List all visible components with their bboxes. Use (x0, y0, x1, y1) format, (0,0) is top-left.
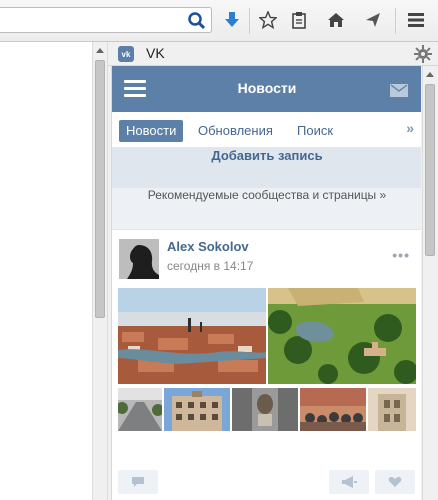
vk-mobile-view: Новости Новости Обновления Поиск » Добав… (111, 66, 421, 500)
post-photo-thumb-4[interactable] (300, 388, 366, 431)
post-menu-icon[interactable]: ••• (392, 247, 410, 263)
recommended-link[interactable]: Рекомендуемые сообщества и страницы » (112, 188, 421, 230)
megaphone-icon (342, 476, 357, 488)
tab-updates[interactable]: Обновления (198, 120, 273, 142)
sidebar-header: vk VK (108, 42, 438, 66)
post-author-link[interactable]: Alex Sokolov (167, 239, 249, 254)
post-photo-city[interactable] (118, 288, 266, 384)
scroll-up-icon[interactable] (96, 48, 104, 53)
sidebar-panel: vk VK Новости Новости Обновления Поиск »… (108, 42, 438, 500)
scroll-thumb[interactable] (95, 60, 105, 318)
page-title: Новости (237, 80, 297, 96)
post-photo-thumb-1[interactable] (116, 388, 164, 431)
send-icon[interactable] (362, 9, 384, 31)
vk-logo-icon: vk (118, 46, 134, 62)
bookmark-star-icon[interactable] (257, 9, 279, 31)
heart-icon (388, 477, 402, 487)
post-timestamp[interactable]: сегодня в 14:17 (167, 259, 253, 273)
news-post: Alex Sokolov сегодня в 14:17 ••• (112, 231, 421, 500)
main-page-area (0, 42, 92, 500)
search-icon[interactable] (187, 11, 207, 31)
gear-icon[interactable] (414, 45, 432, 63)
more-tabs-chevron-icon[interactable]: » (406, 120, 414, 136)
like-button[interactable] (375, 470, 415, 494)
sidebar-scrollbar[interactable] (422, 66, 438, 500)
search-bar[interactable] (0, 7, 212, 33)
menu-icon[interactable] (405, 9, 427, 31)
post-photo-thumb-2[interactable] (164, 388, 230, 431)
post-photo-thumb-5[interactable] (368, 388, 416, 431)
mail-icon[interactable] (390, 82, 408, 97)
vk-header: Новости (112, 66, 421, 112)
avatar[interactable] (119, 239, 159, 279)
scroll-up-icon[interactable] (426, 72, 434, 77)
tab-news[interactable]: Новости (119, 120, 184, 142)
share-button[interactable] (329, 470, 369, 494)
main-scrollbar[interactable] (92, 42, 108, 500)
tab-search[interactable]: Поиск (297, 120, 333, 142)
reading-list-icon[interactable] (288, 9, 310, 31)
home-icon[interactable] (325, 9, 347, 31)
news-tabs: Новости Обновления Поиск » (112, 112, 421, 148)
add-post-button[interactable]: Добавить запись (112, 148, 421, 188)
download-icon[interactable] (221, 9, 243, 31)
comment-icon (132, 477, 144, 487)
comment-button[interactable] (118, 470, 158, 494)
browser-toolbar (0, 0, 438, 42)
post-photo-park[interactable] (268, 288, 418, 384)
toolbar-separator (249, 8, 250, 34)
scroll-thumb[interactable] (425, 84, 435, 256)
sidebar-title: VK (146, 45, 165, 61)
toolbar-separator (395, 8, 396, 34)
post-photo-thumb-3[interactable] (232, 388, 298, 431)
